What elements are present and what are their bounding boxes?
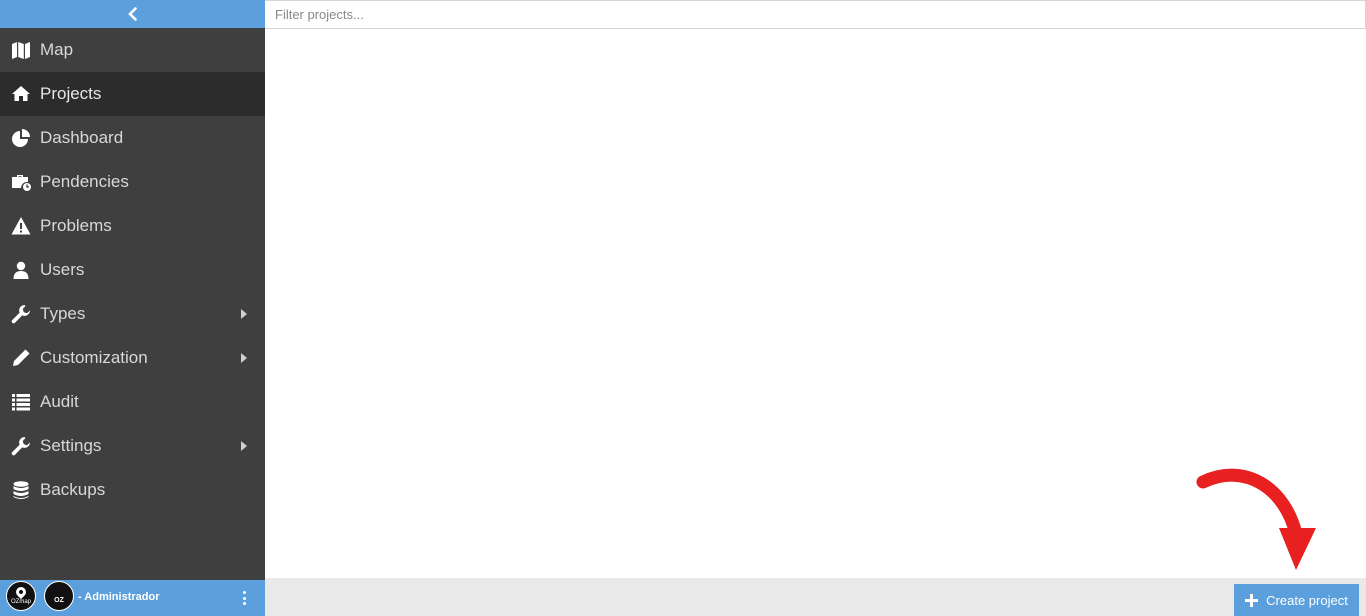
sidebar-item-label: Settings bbox=[40, 436, 102, 455]
database-icon bbox=[10, 480, 32, 500]
sidebar-item-customization[interactable]: Customization bbox=[0, 336, 265, 380]
map-pin-icon bbox=[13, 584, 29, 599]
sidebar-item-dashboard[interactable]: Dashboard bbox=[0, 116, 265, 160]
sidebar-item-label: Customization bbox=[40, 348, 148, 367]
sidebar-item-audit[interactable]: Audit bbox=[0, 380, 265, 424]
pencil-icon bbox=[10, 348, 32, 368]
chevron-left-icon bbox=[127, 7, 137, 21]
filter-projects-input[interactable] bbox=[265, 0, 1366, 29]
sidebar-item-label: Pendencies bbox=[40, 172, 129, 191]
create-project-button[interactable]: Create project bbox=[1234, 584, 1359, 616]
ozmap-logo-text: OZmap bbox=[10, 598, 31, 605]
warning-icon bbox=[10, 216, 32, 236]
footer-bar: Create project bbox=[265, 578, 1366, 616]
sidebar-item-label: Users bbox=[40, 260, 85, 279]
sidebar-item-label: Dashboard bbox=[40, 128, 124, 147]
caret-right-icon bbox=[241, 353, 247, 363]
sidebar-item-backups[interactable]: Backups bbox=[0, 468, 265, 512]
user-bar: OZmap OZ - Administrador bbox=[0, 580, 265, 616]
oz-logo-text: OZ bbox=[54, 596, 64, 604]
annotation-arrow-icon bbox=[1196, 468, 1316, 570]
create-project-label: Create project bbox=[1266, 592, 1348, 608]
sidebar-item-projects[interactable]: Projects bbox=[0, 72, 265, 116]
sidebar-item-label: Problems bbox=[40, 216, 112, 235]
user-icon bbox=[10, 260, 32, 280]
sidebar-collapse-button[interactable] bbox=[0, 0, 265, 28]
oz-logo: OZ bbox=[44, 581, 74, 611]
wrench-icon bbox=[10, 304, 32, 324]
sidebar-item-label: Audit bbox=[40, 392, 79, 411]
sidebar-nav: Map Projects Dashboard Pendencies Proble… bbox=[0, 28, 265, 512]
wrench-icon bbox=[10, 436, 32, 456]
app-window: Map Projects Dashboard Pendencies Proble… bbox=[0, 0, 1366, 616]
plus-icon bbox=[1245, 593, 1259, 607]
sidebar-item-label: Types bbox=[40, 304, 86, 323]
home-icon bbox=[10, 84, 32, 104]
caret-right-icon bbox=[241, 309, 247, 319]
caret-right-icon bbox=[241, 441, 247, 451]
briefcase-clock-icon bbox=[10, 172, 32, 192]
sidebar-item-settings[interactable]: Settings bbox=[0, 424, 265, 468]
map-icon bbox=[10, 40, 32, 60]
sidebar-item-label: Map bbox=[40, 40, 74, 59]
sidebar: Map Projects Dashboard Pendencies Proble… bbox=[0, 0, 265, 616]
user-role-label: - Administrador bbox=[78, 591, 160, 603]
list-icon bbox=[10, 392, 32, 412]
sidebar-item-label: Backups bbox=[40, 480, 106, 499]
pie-chart-icon bbox=[10, 128, 32, 148]
sidebar-item-problems[interactable]: Problems bbox=[0, 204, 265, 248]
ozmap-logo: OZmap bbox=[6, 581, 36, 611]
sidebar-item-types[interactable]: Types bbox=[0, 292, 265, 336]
sidebar-item-pendencies[interactable]: Pendencies bbox=[0, 160, 265, 204]
sidebar-item-users[interactable]: Users bbox=[0, 248, 265, 292]
user-menu-kebab-icon[interactable] bbox=[243, 591, 247, 605]
sidebar-item-map[interactable]: Map bbox=[0, 28, 265, 72]
sidebar-item-label: Projects bbox=[40, 84, 102, 103]
